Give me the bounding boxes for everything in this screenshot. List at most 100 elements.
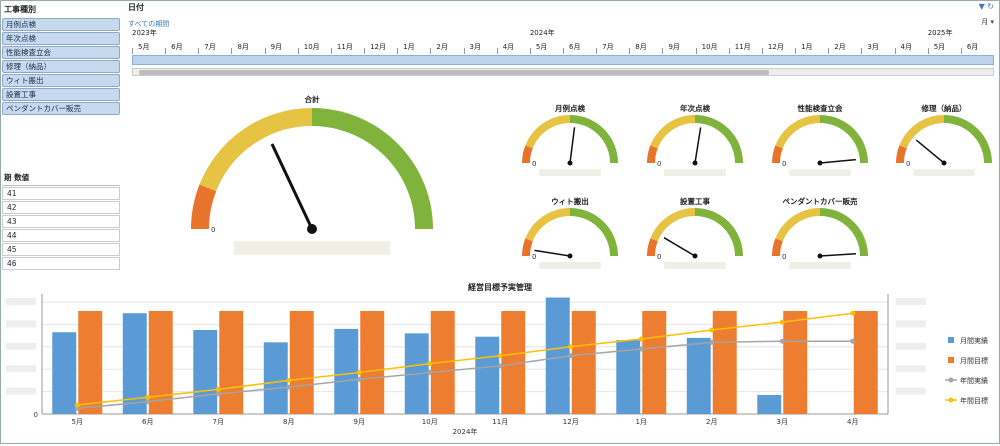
gauge-hub xyxy=(692,253,698,259)
gauge-band-low xyxy=(772,238,783,257)
slicer-item[interactable]: 設置工事 xyxy=(2,88,120,101)
timeline-scrollbar[interactable] xyxy=(132,68,994,76)
chart-x-tick-label: 6月 xyxy=(142,418,153,426)
timeline-month[interactable]: 9月 xyxy=(271,42,282,52)
value-list-row[interactable]: 43 xyxy=(2,215,120,228)
timeline-month[interactable]: 8月 xyxy=(237,42,248,52)
gauge-band-mid xyxy=(525,115,571,149)
chart-line-point xyxy=(215,386,221,392)
gauge-zero-label: 0 xyxy=(657,253,661,261)
gauge-band-high xyxy=(694,115,743,164)
gauge-band-high xyxy=(819,115,868,164)
chart-bar-target xyxy=(783,310,808,414)
timeline-month[interactable]: 7月 xyxy=(602,42,613,52)
timeline-tick xyxy=(828,48,830,54)
timeline-month[interactable]: 1月 xyxy=(403,42,414,52)
gauge-hub xyxy=(817,160,823,166)
chart-y-label-blur xyxy=(6,320,36,328)
chart-line-point xyxy=(356,370,362,376)
chart-bar-actual xyxy=(52,332,77,414)
value-list-row[interactable]: 42 xyxy=(2,201,120,214)
value-list-row[interactable]: 46 xyxy=(2,257,120,270)
timeline-month[interactable]: 5月 xyxy=(138,42,149,52)
timeline-tick xyxy=(430,48,432,54)
slicer-item[interactable]: ウィト搬出 xyxy=(2,74,120,87)
timeline-month[interactable]: 4月 xyxy=(503,42,514,52)
timeline-month[interactable]: 12月 xyxy=(768,42,784,52)
timeline-unit[interactable]: 月 ▾ xyxy=(981,17,994,27)
timeline-selection-bar[interactable] xyxy=(132,55,994,65)
gauge-value-blur xyxy=(789,169,851,176)
chart-line-point xyxy=(779,338,785,344)
chart-x-tick-label: 7月 xyxy=(213,418,224,426)
timeline-month[interactable]: 10月 xyxy=(702,42,718,52)
chart-bar-target xyxy=(642,310,667,414)
value-list-row[interactable]: 45 xyxy=(2,243,120,256)
timeline-month[interactable]: 2月 xyxy=(436,42,447,52)
timeline-month[interactable]: 5月 xyxy=(934,42,945,52)
timeline-tick xyxy=(629,48,631,54)
slicer-item[interactable]: ペンダントカバー販売 xyxy=(2,102,120,115)
timeline-month[interactable]: 1月 xyxy=(801,42,812,52)
timeline-month[interactable]: 11月 xyxy=(735,42,751,52)
timeline-month[interactable]: 8月 xyxy=(635,42,646,52)
timeline-month[interactable]: 6月 xyxy=(569,42,580,52)
chart-bar-target xyxy=(78,310,103,414)
chart-line-point xyxy=(286,377,292,383)
chart-y-zero-label: 0 xyxy=(34,411,38,419)
timeline-month[interactable]: 2月 xyxy=(834,42,845,52)
gauge-title: ペンダントカバー販売 xyxy=(783,196,858,206)
timeline-tick xyxy=(264,48,266,54)
date-timeline: 日付 すべての期間 ▼ ↻ 月 ▾ 2023年 2024年 2025年 5月 6月 7月… xyxy=(128,2,994,78)
chart-bar-target xyxy=(360,310,385,414)
timeline-tick xyxy=(795,48,797,54)
chart-bar-target xyxy=(571,310,596,414)
chart-line-point xyxy=(850,338,856,344)
gauge-value-blur xyxy=(664,169,726,176)
timeline-month[interactable]: 3月 xyxy=(470,42,481,52)
gauge-needle xyxy=(569,127,576,164)
timeline-month[interactable]: 4月 xyxy=(901,42,912,52)
gauge-hub xyxy=(567,160,573,166)
refresh-icon[interactable]: ↻ xyxy=(987,2,994,11)
chart-x-axis-label: 2024年 xyxy=(453,427,478,436)
timeline-month[interactable]: 5月 xyxy=(536,42,547,52)
slicer-item[interactable]: 年次点検 xyxy=(2,32,120,45)
timeline-month[interactable]: 7月 xyxy=(204,42,215,52)
slicer-item[interactable]: 修理（納品） xyxy=(2,60,120,73)
timeline-scroll-thumb[interactable] xyxy=(139,70,769,75)
gauge-band-mid xyxy=(199,108,313,192)
chart-line-point xyxy=(286,384,292,390)
timeline-month[interactable]: 6月 xyxy=(967,42,978,52)
timeline-tick xyxy=(960,48,962,54)
timeline-month[interactable]: 12月 xyxy=(370,42,386,52)
chart-y-label-blur xyxy=(6,365,36,373)
slicer-item[interactable]: 月例点検 xyxy=(2,18,120,31)
gauge-zero-label: 0 xyxy=(211,226,215,234)
slicer-item[interactable]: 性能検査立会 xyxy=(2,46,120,59)
chart-bar-actual xyxy=(475,336,500,414)
gauge-band-low xyxy=(772,145,783,164)
legend-swatch xyxy=(948,357,954,363)
timeline-month[interactable]: 11月 xyxy=(337,42,353,52)
gauge-zero-label: 0 xyxy=(782,160,786,168)
filter-icon[interactable]: ▼ xyxy=(979,2,985,11)
chart-line-point xyxy=(638,336,644,342)
timeline-month[interactable]: 3月 xyxy=(867,42,878,52)
timeline-month[interactable]: 10月 xyxy=(304,42,320,52)
gauge-title: 合計 xyxy=(305,94,320,104)
timeline-tick xyxy=(364,48,366,54)
chart-y2-label-blur xyxy=(896,320,926,328)
chart-bar-target xyxy=(853,310,878,414)
gauge-needle xyxy=(819,158,856,164)
timeline-month[interactable]: 6月 xyxy=(171,42,182,52)
gauge-zero-label: 0 xyxy=(532,253,536,261)
value-list-row[interactable]: 44 xyxy=(2,229,120,242)
gauge-zero-label: 0 xyxy=(782,253,786,261)
value-list-row[interactable]: 41 xyxy=(2,187,120,200)
timeline-month[interactable]: 9月 xyxy=(668,42,679,52)
chart-x-tick-label: 12月 xyxy=(563,418,579,426)
chart-line-point xyxy=(497,353,503,359)
gauge-value-blur xyxy=(789,262,851,269)
timeline-tick xyxy=(463,48,465,54)
